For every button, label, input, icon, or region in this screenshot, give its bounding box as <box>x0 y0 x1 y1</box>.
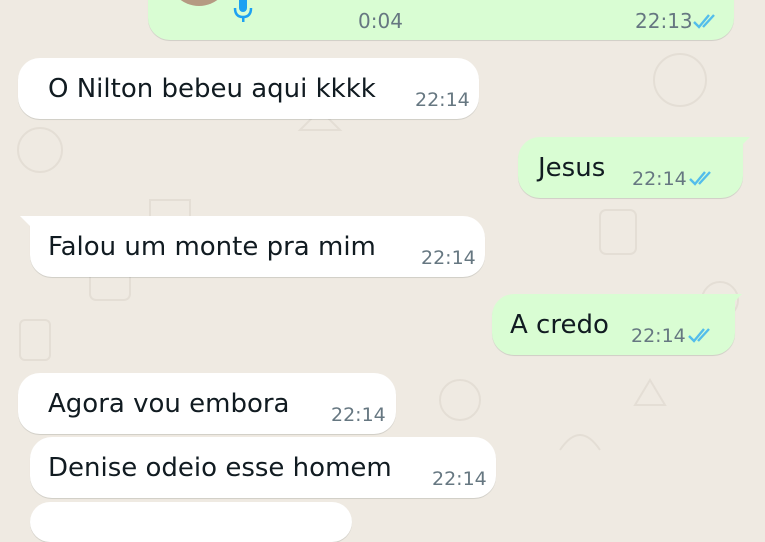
message-bubble[interactable]: Jesus 22:14 <box>518 137 743 198</box>
message-bubble[interactable]: Agora vou embora 22:14 <box>18 373 396 434</box>
message-bubble[interactable]: Falou um monte pra mim 22:14 <box>30 216 485 277</box>
message-text: Denise odeio esse homem <box>48 453 392 483</box>
bubble-tail <box>728 294 742 308</box>
message-text: A credo <box>510 310 609 340</box>
bubble-tail <box>20 216 34 230</box>
mic-icon <box>233 0 253 22</box>
message-time: 22:14 <box>632 168 687 190</box>
message-bubble[interactable] <box>30 502 352 542</box>
double-check-icon <box>689 171 711 186</box>
double-check-icon <box>693 14 715 29</box>
message-time: 22:14 <box>631 325 686 347</box>
double-check-icon <box>688 328 710 343</box>
message-bubble[interactable]: A credo 22:14 <box>492 294 735 355</box>
message-time: 22:14 <box>331 404 386 426</box>
message-bubble[interactable]: Denise odeio esse homem 22:14 <box>30 437 496 498</box>
message-text: Jesus <box>538 153 606 183</box>
voice-message-bubble[interactable]: 0:04 22:13 <box>148 0 734 40</box>
message-text: O Nilton bebeu aqui kkkk <box>48 74 376 104</box>
message-time: 22:14 <box>415 89 470 111</box>
message-time: 22:14 <box>421 247 476 269</box>
voice-time: 22:13 <box>635 9 693 33</box>
voice-duration: 0:04 <box>358 9 403 33</box>
message-time: 22:14 <box>432 468 487 490</box>
message-bubble[interactable]: O Nilton bebeu aqui kkkk 22:14 <box>18 58 479 119</box>
message-text: Falou um monte pra mim <box>48 232 376 262</box>
bubble-tail <box>736 137 750 151</box>
voice-sender-avatar <box>168 0 230 6</box>
message-text: Agora vou embora <box>48 389 290 419</box>
